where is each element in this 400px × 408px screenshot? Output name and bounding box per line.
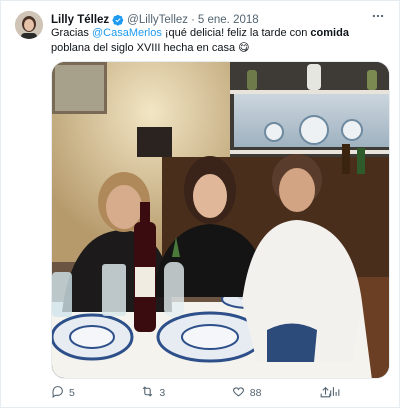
tweet-actions: 5 3 88 (51, 384, 341, 402)
like-button[interactable]: 88 (232, 385, 262, 401)
emoji: 😋 (238, 42, 250, 54)
tweet-text-part: Gracias (51, 27, 92, 39)
like-icon (232, 385, 245, 401)
reply-button[interactable]: 5 (51, 385, 75, 401)
retweet-button[interactable]: 3 (141, 385, 165, 401)
author-name[interactable]: Lilly Téllez (51, 14, 109, 26)
tweet-text-part: poblana del siglo XVIII hecha en casa (51, 42, 239, 54)
share-icon[interactable] (319, 386, 332, 399)
tweet-card[interactable]: Lilly Téllez @LillyTellez · 5 ene. 2018 … (0, 0, 400, 408)
reply-count: 5 (69, 387, 75, 399)
tweet-text-part: ¡qué delicia! feliz la tarde con (161, 27, 311, 39)
reply-icon (51, 385, 64, 401)
more-icon[interactable] (369, 9, 387, 27)
tweet-photo[interactable] (51, 61, 390, 379)
verified-icon (112, 14, 124, 26)
restaurant-photo (52, 62, 389, 378)
like-count: 88 (249, 387, 262, 399)
bold-word: comida (310, 27, 349, 39)
tweet-date[interactable]: 5 ene. 2018 (198, 14, 259, 26)
author-handle[interactable]: @LillyTellez (127, 14, 188, 26)
separator: · (191, 14, 195, 26)
retweet-count: 3 (159, 387, 166, 399)
avatar[interactable] (15, 11, 43, 39)
tweet-text: Gracias @CasaMerlos ¡qué delicia! feliz … (51, 26, 389, 56)
mention-link[interactable]: @CasaMerlos (92, 27, 162, 39)
retweet-icon (141, 385, 154, 401)
